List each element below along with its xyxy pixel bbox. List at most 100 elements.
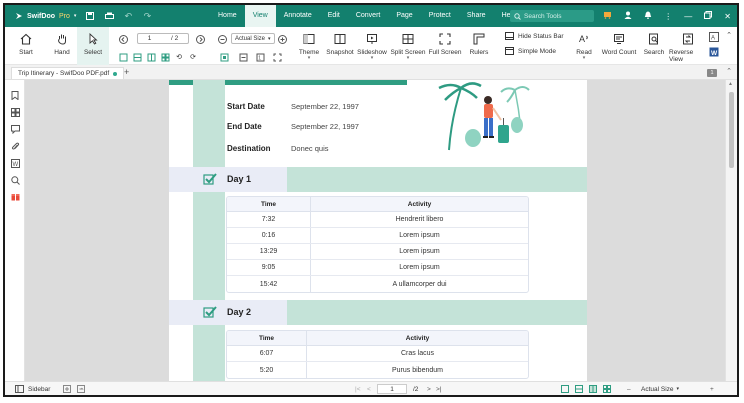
split-screen-button[interactable]: Split Screen ▾ [390, 27, 426, 65]
rotate-left-icon[interactable]: ⟲ [174, 52, 184, 62]
translate-icon[interactable]: A [709, 32, 719, 42]
ribbon-toolbar: Start Hand Select 1 / 2 Actual Size ▾ ⟲ … [5, 27, 737, 65]
two-page-continuous-icon[interactable] [160, 52, 170, 62]
menu-annotate[interactable]: Annotate [276, 5, 320, 27]
next-page-icon[interactable] [195, 34, 205, 44]
first-page-icon[interactable]: |< [355, 382, 360, 395]
single-page-icon[interactable] [118, 52, 128, 62]
two-page-icon[interactable] [146, 52, 156, 62]
add-page-icon[interactable] [63, 382, 71, 395]
full-screen-button[interactable]: Full Screen [427, 27, 463, 65]
scroll-up-icon[interactable]: ▲ [728, 81, 733, 87]
sidebar-toggle-icon [15, 385, 24, 393]
app-window: SwifDoo Pro ▾ ↶ ↷ Home View Annotate Edit… [3, 3, 739, 397]
document-tab-title: Trip Itinerary - SwifDoo PDF.pdf [18, 70, 110, 77]
notification-icon[interactable] [644, 11, 652, 21]
hide-status-bar-toggle[interactable]: Hide Status Bar [505, 32, 564, 40]
status-page-input[interactable]: 1 [377, 384, 407, 394]
collapse-ribbon-icon[interactable]: ⌃ [724, 30, 734, 40]
gift-icon[interactable] [10, 191, 20, 201]
search-button[interactable]: Search [641, 27, 667, 65]
sidebar-toggle[interactable]: Sidebar [15, 382, 50, 395]
print-icon[interactable] [104, 11, 114, 21]
status-next-page-icon[interactable]: > [427, 382, 431, 395]
rulers-label: Rulers [469, 49, 489, 56]
menu-protect[interactable]: Protect [421, 5, 459, 27]
document-tab-strip: Trip Itinerary - SwifDoo PDF.pdf + 1 ⌃ [5, 65, 737, 80]
search-tools-input[interactable]: Search Tools [510, 10, 594, 22]
actual-size-icon[interactable]: 1 [255, 52, 265, 62]
menu-convert[interactable]: Convert [348, 5, 389, 27]
zoom-in-icon[interactable] [277, 34, 287, 44]
tab-menu-icon[interactable]: ⌃ [726, 67, 732, 75]
new-tab-icon[interactable]: + [124, 67, 129, 77]
title-bar: SwifDoo Pro ▾ ↶ ↷ Home View Annotate Edit… [5, 5, 737, 27]
zoom-select[interactable]: Actual Size ▾ [231, 33, 275, 44]
status-two-page-icon[interactable] [589, 382, 597, 395]
zoom-out-icon[interactable] [217, 34, 227, 44]
restore-icon[interactable] [704, 11, 713, 21]
edition-dropdown-icon[interactable]: ▾ [74, 13, 77, 19]
fit-width-icon[interactable] [238, 52, 248, 62]
status-zoom-select[interactable]: Actual Size ▾ [641, 382, 679, 395]
snapshot-button[interactable]: Snapshot [324, 27, 356, 65]
checkmark-icon [203, 173, 217, 185]
close-icon[interactable]: ✕ [724, 12, 731, 21]
save-icon[interactable] [85, 11, 95, 21]
simple-mode-toggle[interactable]: Simple Mode [505, 47, 556, 55]
comments-icon[interactable] [10, 124, 20, 134]
word-count-button[interactable]: Word Count [599, 27, 639, 65]
rotate-right-icon[interactable]: ⟳ [188, 52, 198, 62]
menu-page[interactable]: Page [388, 5, 420, 27]
minimize-icon[interactable]: — [684, 12, 692, 21]
last-page-icon[interactable]: >| [436, 382, 441, 395]
rulers-button[interactable]: Rulers [465, 27, 493, 65]
status-prev-page-icon[interactable]: < [367, 382, 371, 395]
scrollbar-thumb[interactable] [729, 92, 734, 168]
destination-value: Donec quis [291, 144, 329, 153]
sidebar-search-icon[interactable] [10, 175, 20, 185]
document-canvas[interactable]: Start Date September 22, 1997 End Date S… [25, 80, 725, 381]
vertical-scrollbar[interactable]: ▲ [725, 80, 737, 381]
reverse-view-button[interactable]: Reverse View [669, 27, 707, 65]
full-screen-icon [437, 31, 453, 47]
page-number-input[interactable]: 1 / 2 [137, 33, 189, 44]
select-tool-button[interactable]: Select [77, 27, 109, 65]
fit-page-icon[interactable] [219, 52, 229, 62]
settings-icon[interactable]: ⋮ [664, 12, 672, 21]
menu-home[interactable]: Home [210, 5, 245, 27]
word-icon[interactable]: W [10, 158, 20, 168]
activity-header: Activity [407, 200, 432, 208]
status-zoom-out-icon[interactable]: – [627, 382, 631, 395]
fit-visible-icon[interactable] [272, 52, 282, 62]
redo-icon[interactable]: ↷ [142, 11, 152, 21]
slideshow-caret-icon: ▾ [370, 55, 374, 61]
page-extract-icon[interactable] [77, 382, 85, 395]
thumbnails-icon[interactable] [10, 107, 20, 117]
cart-icon[interactable] [603, 11, 612, 21]
status-grid-icon[interactable] [603, 382, 611, 395]
svg-text:1: 1 [258, 55, 261, 61]
hand-tool-button[interactable]: Hand [47, 27, 77, 65]
status-single-page-icon[interactable] [561, 382, 569, 395]
start-button[interactable]: Start [9, 27, 43, 65]
account-icon[interactable] [624, 11, 632, 21]
read-button[interactable]: A Read ▾ [571, 27, 597, 65]
theme-button[interactable]: Theme ▾ [295, 27, 323, 65]
day-2-table: Time Activity 6:07 Cras lacus 5:20 Purus b… [226, 330, 529, 379]
continuous-page-icon[interactable] [132, 52, 142, 62]
status-zoom-in-icon[interactable]: + [710, 382, 714, 395]
attachment-icon[interactable] [10, 141, 20, 151]
document-tab[interactable]: Trip Itinerary - SwifDoo PDF.pdf [11, 67, 125, 79]
bookmark-icon[interactable] [10, 90, 20, 100]
status-continuous-icon[interactable] [575, 382, 583, 395]
app-edition: Pro [59, 12, 70, 20]
slideshow-button[interactable]: Slideshow ▾ [356, 27, 388, 65]
table-header: Time Activity [227, 331, 528, 346]
menu-share[interactable]: Share [459, 5, 494, 27]
prev-page-icon[interactable] [118, 34, 128, 44]
menu-view[interactable]: View [244, 5, 276, 27]
undo-icon[interactable]: ↶ [123, 11, 133, 21]
word-export-icon[interactable]: W [709, 47, 719, 57]
menu-edit[interactable]: Edit [320, 5, 348, 27]
